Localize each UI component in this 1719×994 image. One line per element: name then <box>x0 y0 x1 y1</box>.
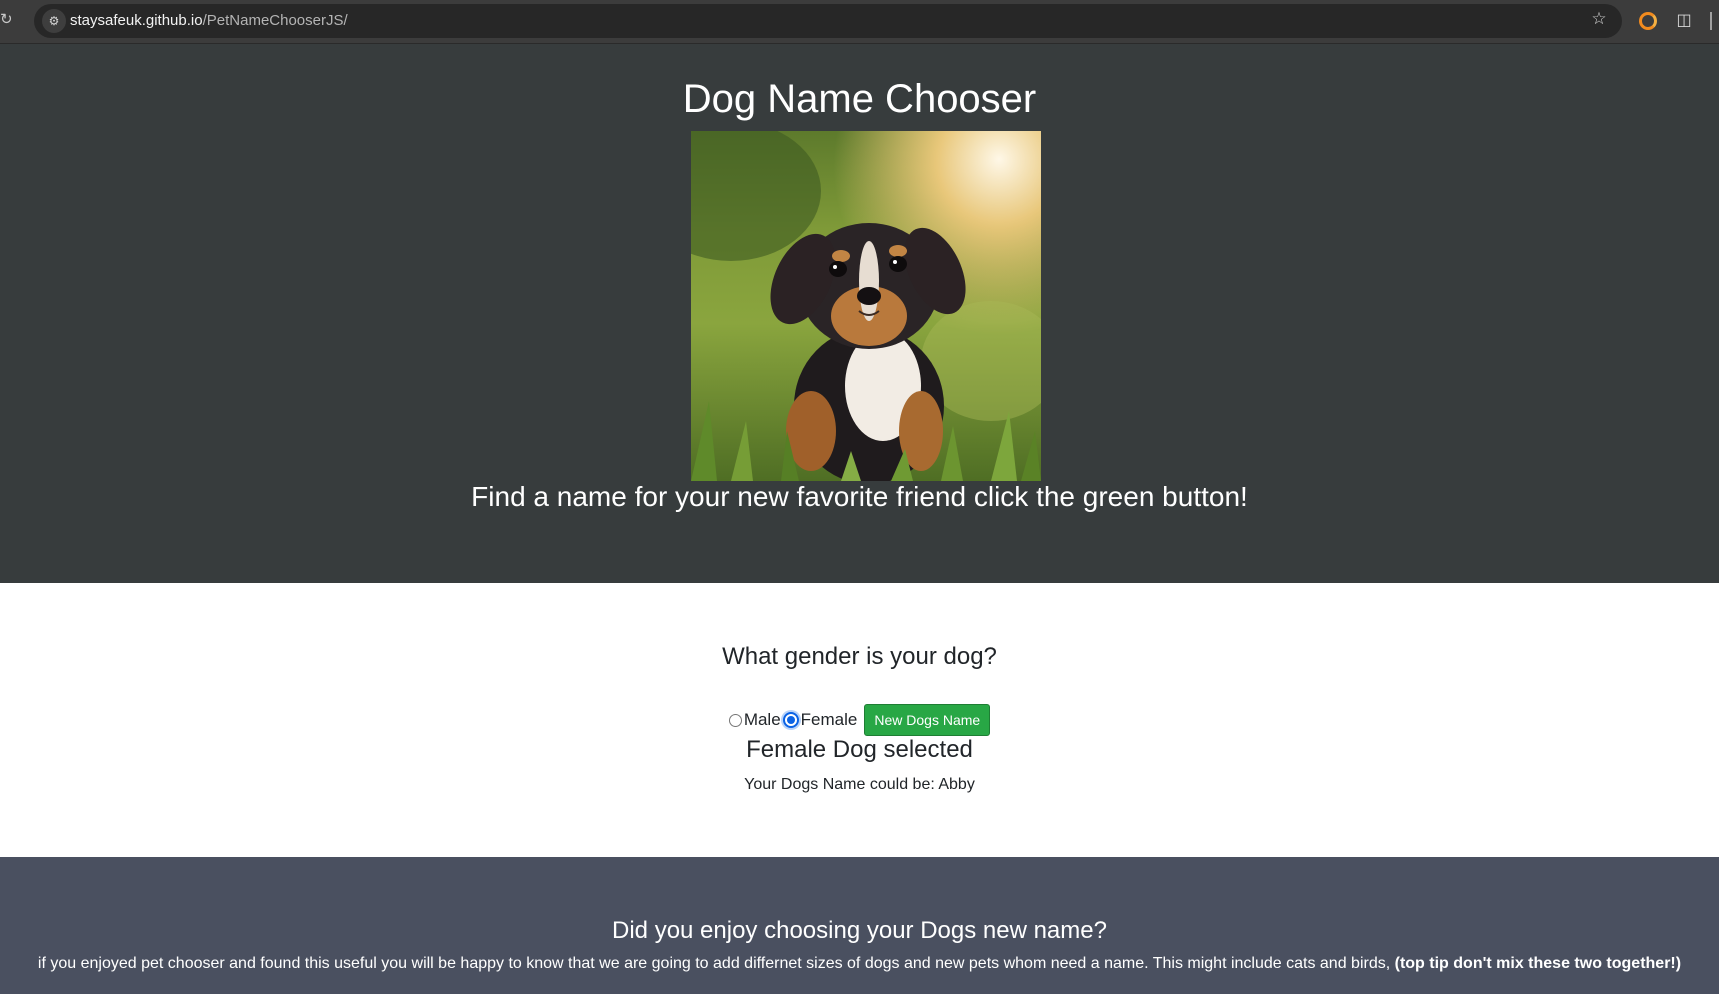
extensions-puzzle-icon[interactable]: ◫ <box>1675 10 1693 30</box>
dog-photo <box>691 131 1041 481</box>
gender-section: What gender is your dog? Male Female New… <box>0 583 1719 857</box>
footer-title: Did you enjoy choosing your Dogs new nam… <box>612 917 1107 944</box>
hero-subtitle: Find a name for your new favorite friend… <box>471 481 1248 512</box>
footer-text: if you enjoyed pet chooser and found thi… <box>0 955 1719 973</box>
selected-gender-text: Female Dog selected <box>746 736 973 763</box>
bookmark-star-icon[interactable]: ☆ <box>1588 8 1610 30</box>
dog-name-result: Your Dogs Name could be: Abby <box>744 776 975 793</box>
footer-tip: (top tip don't mix these two together!) <box>1394 955 1682 972</box>
footer-body: if you enjoyed pet chooser and found thi… <box>37 955 1391 972</box>
feedback-section: Did you enjoy choosing your Dogs new nam… <box>0 857 1719 994</box>
male-radio-label[interactable]: Male <box>744 710 781 730</box>
female-radio-label[interactable]: Female <box>801 710 858 730</box>
female-radio[interactable] <box>782 712 799 728</box>
menu-edge-icon[interactable] <box>1710 12 1712 30</box>
new-dogs-name-button[interactable]: New Dogs Name <box>864 704 991 736</box>
male-radio[interactable] <box>728 713 742 727</box>
hero-section: Dog Name Chooser Find a name for your ne… <box>0 44 1719 583</box>
page-title: Dog Name Chooser <box>682 77 1037 121</box>
address-bar[interactable]: ⚙ staysafeuk.github.io/PetNameChooserJS/ <box>34 4 1622 38</box>
url-host: staysafeuk.github.io <box>70 12 203 29</box>
gender-controls: Male Female New Dogs Name <box>0 703 1719 737</box>
url-path: /PetNameChooserJS/ <box>202 12 348 29</box>
url-text[interactable]: staysafeuk.github.io/PetNameChooserJS/ <box>70 4 348 38</box>
extension-icon[interactable] <box>1639 12 1657 30</box>
reload-icon[interactable]: ↻ <box>0 10 18 30</box>
gender-question: What gender is your dog? <box>722 643 997 670</box>
site-info-icon[interactable]: ⚙ <box>42 9 66 33</box>
browser-toolbar: ↻ ⚙ staysafeuk.github.io/PetNameChooserJ… <box>0 0 1719 44</box>
